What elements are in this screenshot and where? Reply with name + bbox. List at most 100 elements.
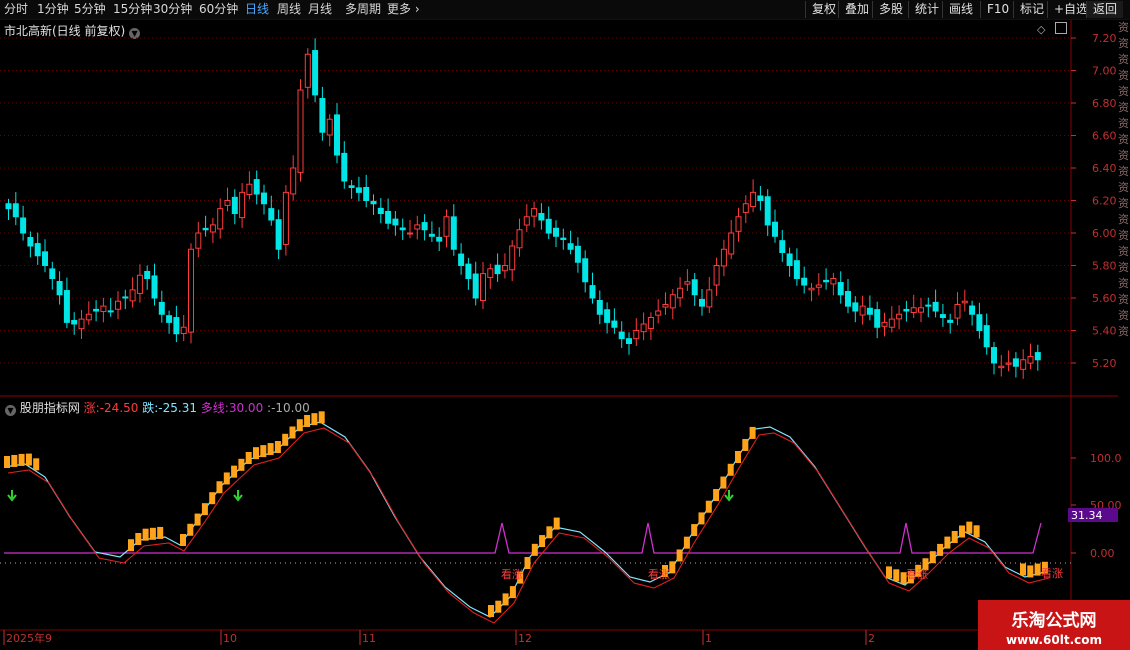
indicator-bar	[929, 551, 936, 564]
indicator-bar	[187, 523, 194, 536]
candle-body	[874, 309, 881, 328]
candle-body	[428, 233, 435, 237]
candle-body	[363, 187, 370, 202]
candle-body	[209, 224, 216, 233]
candle-body	[173, 317, 180, 335]
duoxian-value: 30.00	[228, 401, 264, 415]
candle-body	[764, 196, 771, 226]
date-label: 2	[868, 632, 875, 645]
candle-body	[918, 307, 924, 313]
candle-body	[611, 320, 618, 328]
candle-body	[319, 98, 326, 133]
candle-body	[399, 227, 406, 231]
candle-body	[830, 278, 837, 285]
candle-body	[195, 232, 202, 249]
current-value-text: 31.34	[1071, 509, 1103, 522]
candle-body	[377, 207, 384, 214]
indicator-bar	[135, 532, 142, 545]
candle-body	[706, 289, 713, 308]
candle-body	[545, 218, 552, 234]
candle-body	[728, 232, 735, 255]
indicator-bar	[223, 472, 230, 485]
candle-body	[49, 268, 56, 280]
watermark-logo: 乐淘公式网 www.60lt.com	[978, 600, 1130, 650]
indicator-legend: ▼ 股朋指标网 涨:-24.50 跌:-25.31 多线:30.00 :-10.…	[5, 399, 310, 416]
candle-body	[239, 191, 246, 219]
candle-body	[385, 210, 392, 224]
indicator-bar	[245, 452, 252, 465]
candle-body	[224, 200, 231, 206]
candle-body	[1034, 352, 1041, 361]
candle-body	[516, 229, 523, 249]
indicator-bar	[742, 438, 749, 451]
candle-body	[669, 294, 676, 309]
indicator-bar	[705, 500, 712, 513]
indicator-bar	[25, 453, 32, 466]
candle-body	[1012, 358, 1019, 367]
candle-body	[107, 310, 114, 313]
candle-body	[925, 304, 932, 307]
candle-body	[866, 307, 873, 315]
candle-body	[151, 275, 158, 299]
candle-body	[487, 268, 494, 278]
candle-body	[845, 291, 851, 307]
indicator-bar	[142, 528, 149, 541]
indicator-bar	[128, 539, 134, 552]
indicator-tick-label: 100.0	[1090, 452, 1122, 465]
right-info-strip: 资资资资资资资资资资资资资资资资资资资资	[1118, 20, 1130, 395]
price-tick-label: 5.60	[1092, 292, 1117, 305]
indicator-bar	[311, 413, 318, 426]
candle-body	[750, 191, 757, 208]
indicator-bar	[180, 534, 186, 546]
indicator-bar	[502, 593, 509, 606]
indicator-bar	[539, 535, 546, 548]
indicator-bar	[669, 561, 676, 574]
indicator-bar	[676, 549, 683, 562]
candle-body	[538, 212, 545, 221]
candle-body	[56, 281, 63, 296]
candle-body	[772, 221, 778, 237]
collapse-icon[interactable]: ▼	[5, 405, 16, 416]
indicator-bar	[959, 525, 965, 538]
candle-body	[341, 152, 348, 182]
candle-body	[939, 314, 946, 319]
candle-body	[12, 203, 19, 218]
watermark-line2: www.60lt.com	[1005, 633, 1103, 647]
candle-body	[859, 305, 866, 316]
watermark-line1: 乐淘公式网	[1011, 611, 1097, 631]
indicator-bar	[260, 445, 267, 458]
die-label: 跌:	[142, 401, 159, 415]
red-line	[7, 427, 1050, 624]
die-value: -25.31	[158, 401, 197, 415]
candle-body	[93, 308, 100, 312]
indicator-bar	[973, 525, 980, 538]
candle-body	[348, 185, 355, 188]
candlestick-chart[interactable]: 7.20 7.00 6.80 6.60 6.40 6.20 6.00 5.80 5.60 5.40…	[0, 0, 1130, 650]
indicator-bar	[267, 443, 274, 456]
candle-body	[815, 284, 822, 288]
indicator-bar	[698, 512, 705, 525]
candle-body	[188, 248, 194, 333]
candle-body	[436, 236, 443, 242]
candle-body	[684, 281, 691, 285]
candle-body	[392, 218, 399, 226]
candle-body	[472, 273, 479, 299]
candle-body	[954, 304, 961, 319]
candle-body	[567, 243, 574, 250]
date-label: 12	[518, 632, 532, 645]
indicator-bar	[886, 566, 892, 579]
indicator-bar	[238, 458, 245, 471]
candle-body	[961, 300, 968, 304]
indicator-bar	[209, 492, 216, 505]
price-tick-label: 6.80	[1092, 97, 1117, 110]
indicator-bar	[944, 536, 951, 549]
candle-body	[217, 208, 224, 230]
candle-body	[604, 309, 611, 323]
indicator-bar	[296, 419, 303, 432]
indicator-bar	[282, 433, 289, 446]
candle-body	[640, 323, 647, 333]
candle-body	[633, 330, 640, 340]
candle-body	[808, 287, 815, 291]
price-tick-label: 5.20	[1092, 357, 1117, 370]
candle-body	[647, 317, 654, 330]
